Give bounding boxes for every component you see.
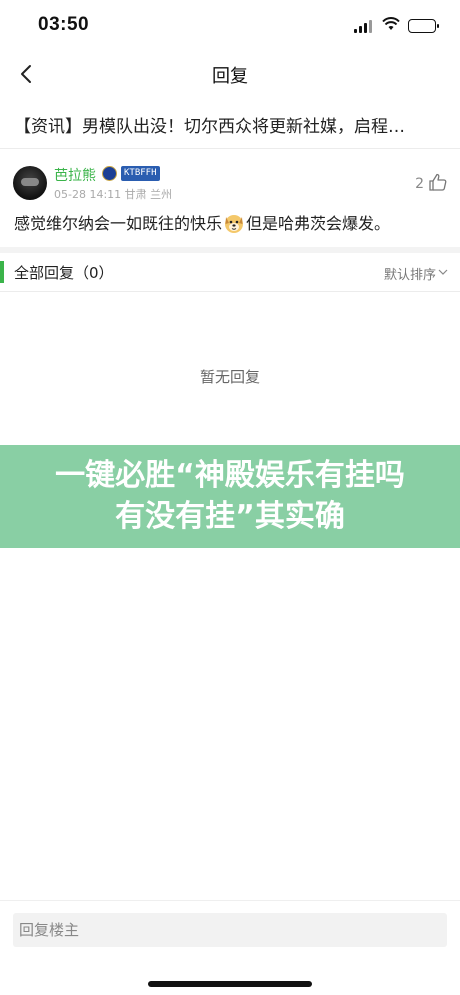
signal-icon (354, 19, 374, 33)
section-divider (0, 247, 460, 253)
battery-icon (408, 18, 439, 33)
comment-text: 感觉维尔纳会一如既往的快乐 但是哈弗茨会爆发。 (14, 210, 390, 234)
like-count: 2 (415, 176, 424, 192)
status-bar: 03:50 (0, 0, 460, 50)
page-title: 回复 (212, 66, 248, 87)
avatar[interactable] (13, 166, 47, 200)
wifi-icon (382, 16, 400, 35)
promo-banner: 一键必胜“神殿娱乐有挂吗有没有挂”其实确 (0, 445, 460, 548)
empty-state-text: 暂无回复 (199, 368, 260, 386)
user-name[interactable]: 芭拉熊 (54, 165, 96, 185)
user-badge-tag: KTBFFH (121, 166, 160, 181)
comment-text-part-1: 感觉维尔纳会一如既往的快乐 (14, 214, 223, 233)
comment-text-part-2: 但是哈弗茨会爆发。 (246, 214, 391, 233)
home-indicator (148, 981, 312, 987)
thumbs-up-icon[interactable] (428, 172, 448, 192)
section-accent-bar (0, 261, 4, 283)
article-title-link[interactable]: 【资讯】男模队出没！切尔西众将更新社媒，启程… (14, 112, 444, 137)
status-icons (354, 16, 439, 35)
divider (0, 148, 460, 149)
sort-dropdown[interactable]: 默认排序 (384, 264, 436, 283)
banner-text: 一键必胜“神殿娱乐有挂吗有没有挂”其实确 (55, 458, 405, 534)
nav-bar: 回复 (0, 50, 460, 98)
comment-meta: 05-28 14:11 甘肃 兰州 (54, 188, 173, 201)
divider (0, 291, 460, 292)
main-comment: 芭拉熊 KTBFFH 05-28 14:11 甘肃 兰州 2 感觉维尔纳会一如既… (0, 160, 460, 242)
replies-title: 全部回复（0） (14, 264, 114, 282)
replies-header: 全部回复（0） 默认排序 (0, 258, 460, 288)
chevron-down-icon[interactable] (438, 267, 448, 277)
dog-face-emoji-icon (225, 215, 244, 233)
bottom-reply-bar (0, 900, 460, 995)
club-badge-icon (102, 166, 117, 181)
status-time: 03:50 (38, 14, 90, 35)
reply-input[interactable] (13, 913, 447, 947)
